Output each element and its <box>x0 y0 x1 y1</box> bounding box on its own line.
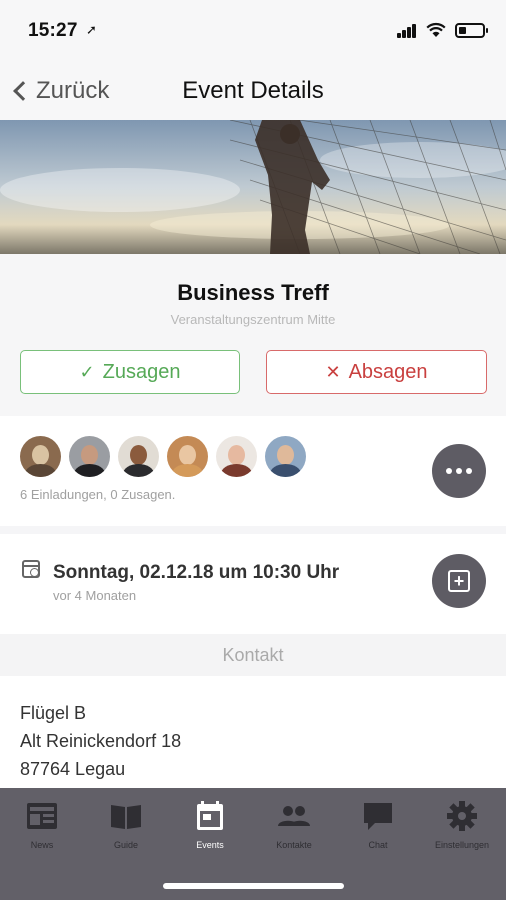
tab-events[interactable]: Events <box>168 796 252 852</box>
tab-label: Einstellungen <box>434 840 490 850</box>
tab-news[interactable]: News <box>0 796 84 852</box>
address-line: Flügel B <box>20 703 87 723</box>
status-bar: 15:27 ➚ <box>0 0 506 60</box>
avatar[interactable] <box>20 436 61 477</box>
accept-label: Zusagen <box>102 360 181 383</box>
more-icon <box>446 468 452 474</box>
event-header: Business Treff Veranstaltungszentrum Mit… <box>0 254 506 416</box>
address-line: 87764 Legau <box>20 759 126 779</box>
accept-button[interactable]: ✓ Zusagen <box>20 350 240 394</box>
event-hero-image <box>0 120 506 254</box>
tab-label: News <box>30 840 54 850</box>
add-to-calendar-button[interactable] <box>432 554 486 608</box>
more-options-button[interactable] <box>432 444 486 498</box>
location-icon: ➚ <box>86 22 97 37</box>
avatar[interactable] <box>69 436 110 477</box>
avatar[interactable] <box>216 436 257 477</box>
contact-card: Flügel B Alt Reinickendorf 18 87764 Lega… <box>0 676 506 796</box>
date-card: Sonntag, 02.12.18 um 10:30 Uhr vor 4 Mon… <box>0 534 506 634</box>
tab-contacts[interactable]: Kontakte <box>252 796 336 852</box>
tab-label: Events <box>196 840 224 850</box>
event-date: Sonntag, 02.12.18 um 10:30 Uhr <box>53 562 340 583</box>
check-icon: ✓ <box>79 361 95 382</box>
event-title: Business Treff <box>177 280 329 305</box>
event-date-relative: vor 4 Monaten <box>53 588 137 603</box>
calendar-clock-icon <box>22 560 40 578</box>
tab-settings[interactable]: Einstellungen <box>420 796 504 852</box>
avatar[interactable] <box>265 436 306 477</box>
contact-section-title: Kontakt <box>0 634 506 676</box>
page-title: Event Details <box>182 77 324 104</box>
avatar-list <box>20 436 314 477</box>
gear-icon <box>447 801 477 831</box>
event-venue: Veranstaltungszentrum Mitte <box>170 312 336 327</box>
avatar[interactable] <box>167 436 208 477</box>
participants-card: 6 Einladungen, 0 Zusagen. <box>0 416 506 526</box>
wifi-icon <box>426 22 446 37</box>
decline-button[interactable]: ✕ Absagen <box>266 350 487 394</box>
tab-label: Kontakte <box>276 840 312 850</box>
calendar-icon <box>197 801 223 830</box>
people-icon <box>278 806 310 826</box>
participants-summary: 6 Einladungen, 0 Zusagen. <box>20 487 176 502</box>
tab-chat[interactable]: Chat <box>336 796 420 852</box>
close-icon: ✕ <box>325 361 341 382</box>
chat-icon <box>364 803 392 830</box>
tab-label: Chat <box>368 840 388 850</box>
navigation-bar: Zurück Event Details <box>0 60 506 120</box>
tab-guide[interactable]: Guide <box>84 796 168 852</box>
news-icon <box>27 803 57 829</box>
address-line: Alt Reinickendorf 18 <box>20 731 182 751</box>
battery-icon <box>455 23 488 38</box>
signal-icon <box>397 24 417 38</box>
decline-label: Absagen <box>348 360 428 383</box>
tab-label: Guide <box>113 840 139 850</box>
avatar[interactable] <box>118 436 159 477</box>
home-indicator[interactable] <box>163 883 344 889</box>
calendar-add-icon <box>448 570 470 592</box>
book-icon <box>111 805 141 829</box>
status-time: 15:27 <box>28 20 78 41</box>
